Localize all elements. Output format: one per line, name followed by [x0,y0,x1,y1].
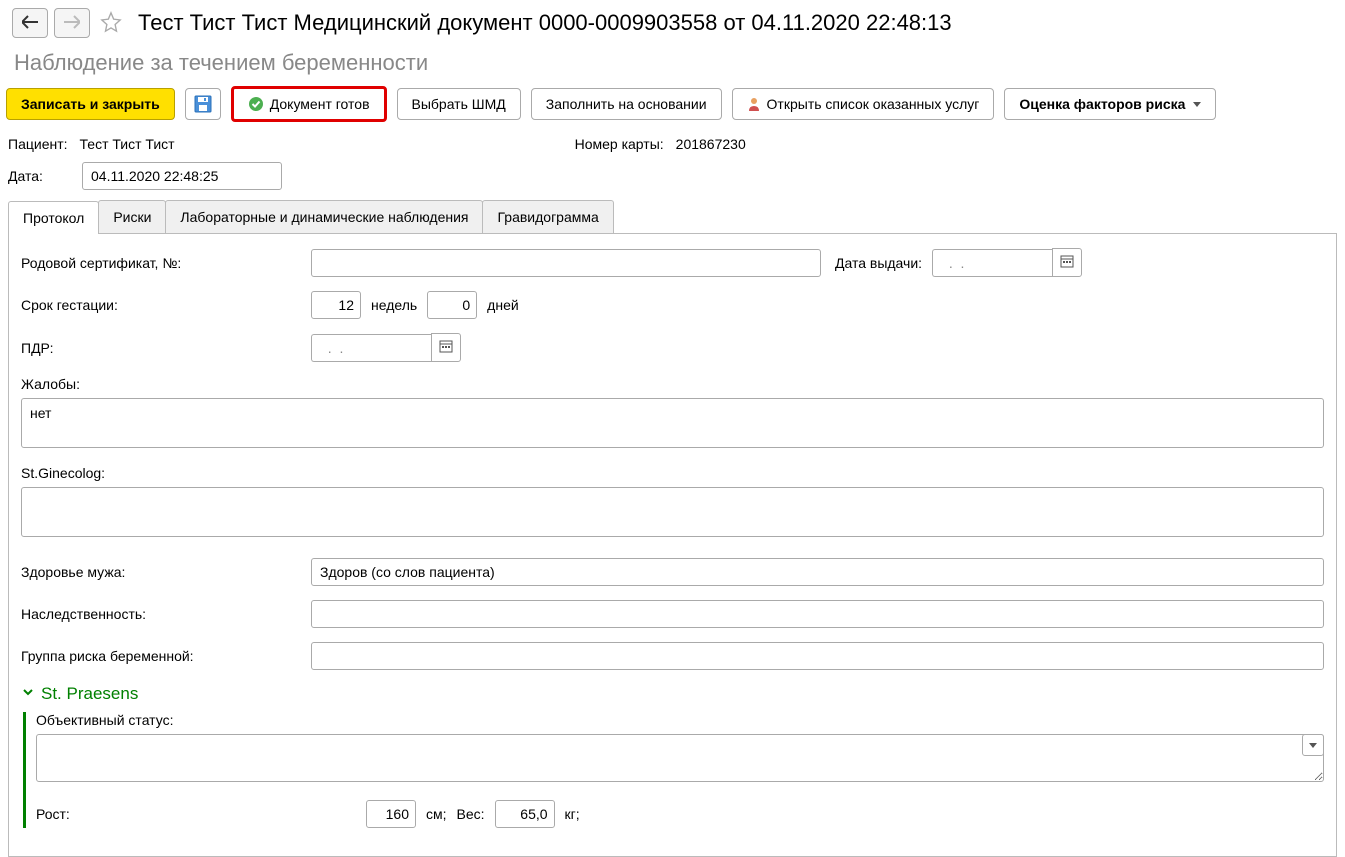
patient-label: Пациент: [8,136,68,152]
cert-input[interactable] [311,249,821,277]
height-label: Рост: [36,806,356,822]
calendar-icon [439,341,453,356]
obj-status-label: Объективный статус: [36,712,1324,728]
patient-value: Тест Тист Тист [80,136,175,152]
gestation-weeks-input[interactable] [311,291,361,319]
obj-status-dropdown-button[interactable] [1302,734,1324,756]
husband-health-input[interactable] [311,558,1324,586]
height-input[interactable] [366,800,416,828]
star-icon [100,11,122,36]
tab-risks[interactable]: Риски [98,200,166,233]
fill-based-button[interactable]: Заполнить на основании [531,88,722,120]
tab-lab[interactable]: Лабораторные и динамические наблюдения [165,200,483,233]
heredity-label: Наследственность: [21,606,301,622]
section-praesens-toggle[interactable]: St. Praesens [21,684,1324,704]
pdr-input[interactable] [311,334,431,362]
complaints-label: Жалобы: [21,376,1324,392]
user-icon [747,97,761,111]
pdr-picker-button[interactable] [431,333,461,362]
select-shmd-button[interactable]: Выбрать ШМД [397,88,521,120]
save-close-button[interactable]: Записать и закрыть [6,88,175,120]
weight-input[interactable] [495,800,555,828]
chevron-down-icon [21,684,35,704]
date-input[interactable] [82,162,282,190]
risk-group-input[interactable] [311,642,1324,670]
check-circle-icon [248,96,264,112]
risk-assessment-label: Оценка факторов риска [1019,96,1185,112]
open-services-button[interactable]: Открыть список оказанных услуг [732,88,995,120]
weight-unit: кг; [565,806,580,822]
chevron-down-icon [1309,743,1317,748]
nav-back-button[interactable] [12,8,48,38]
arrow-left-icon [22,15,38,32]
issue-date-picker-button[interactable] [1052,248,1082,277]
date-label: Дата: [8,168,70,184]
disk-icon [194,95,212,113]
page-subtitle: Наблюдение за течением беременности [0,46,1345,86]
height-unit: см; [426,806,447,822]
risk-group-label: Группа риска беременной: [21,648,301,664]
open-services-label: Открыть список оказанных услуг [767,96,980,112]
husband-health-label: Здоровье мужа: [21,564,301,580]
weeks-unit: недель [371,297,417,313]
issue-date-input[interactable] [932,249,1052,277]
ginecolog-textarea[interactable] [21,487,1324,537]
chevron-down-icon [1193,102,1201,107]
tab-gravidogram[interactable]: Гравидограмма [482,200,613,233]
favorite-button[interactable] [96,8,126,38]
document-ready-button[interactable]: Документ готов [231,86,387,122]
ginecolog-label: St.Ginecolog: [21,465,1324,481]
heredity-input[interactable] [311,600,1324,628]
gestation-days-input[interactable] [427,291,477,319]
tab-protocol[interactable]: Протокол [8,201,99,234]
weight-label: Вес: [457,806,485,822]
card-number-value: 201867230 [676,136,746,152]
obj-status-textarea[interactable] [36,734,1324,782]
nav-forward-button[interactable] [54,8,90,38]
issue-date-label: Дата выдачи: [835,255,922,271]
document-ready-label: Документ готов [270,96,370,112]
section-praesens-label: St. Praesens [41,684,138,704]
complaints-textarea[interactable] [21,398,1324,448]
risk-assessment-button[interactable]: Оценка факторов риска [1004,88,1216,120]
cert-label: Родовой сертификат, №: [21,255,301,271]
gestation-label: Срок гестации: [21,297,301,313]
pdr-label: ПДР: [21,340,301,356]
card-number-label: Номер карты: [575,136,664,152]
save-button[interactable] [185,88,221,120]
page-title: Тест Тист Тист Медицинский документ 0000… [138,10,952,36]
calendar-icon [1060,256,1074,271]
arrow-right-icon [64,15,80,32]
days-unit: дней [487,297,519,313]
